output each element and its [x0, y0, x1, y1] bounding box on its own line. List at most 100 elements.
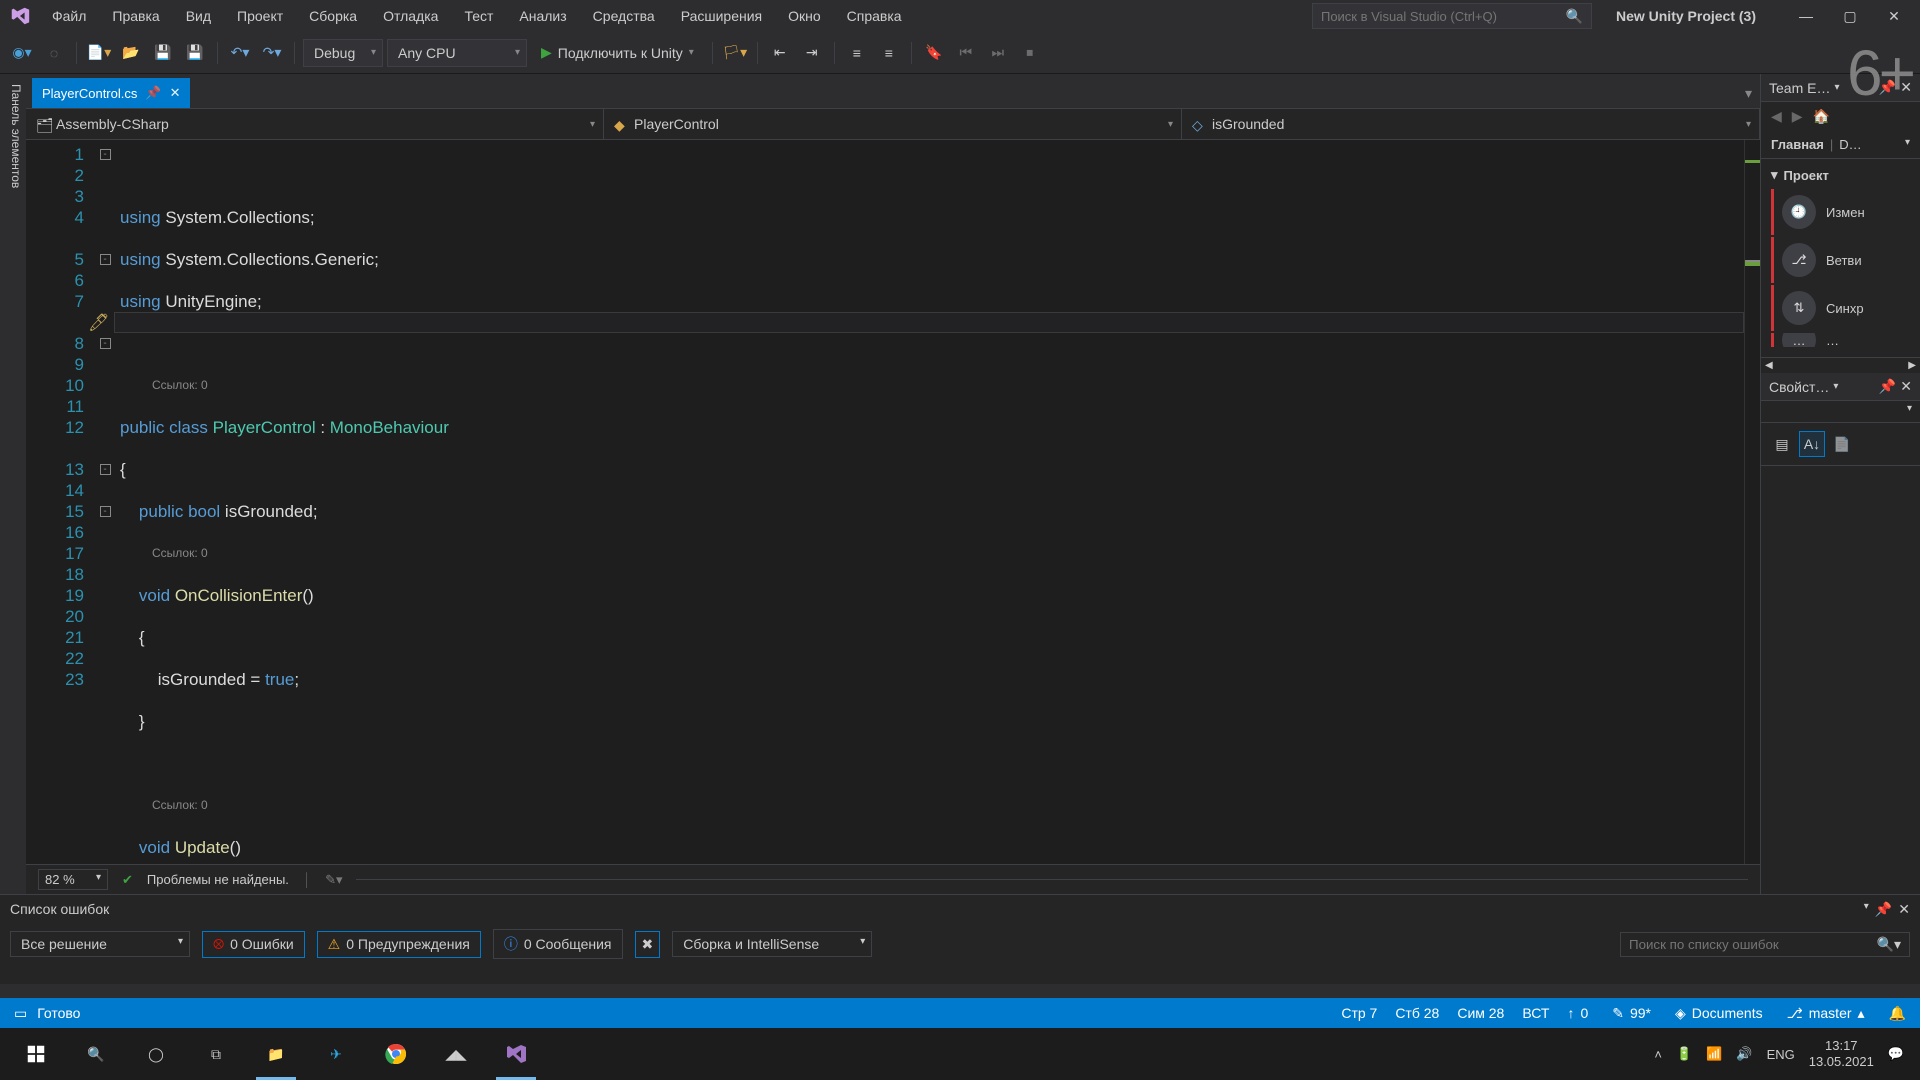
te-item-branches[interactable]: ⎇ Ветви — [1771, 237, 1910, 283]
menu-analyze[interactable]: Анализ — [507, 2, 578, 30]
te-item-more[interactable]: … … — [1771, 333, 1910, 347]
props-categorized-icon[interactable]: ▤ — [1769, 431, 1795, 457]
error-source-selector[interactable]: Сборка и IntelliSense — [672, 931, 872, 957]
start-button[interactable] — [6, 1028, 66, 1080]
scroll-left-icon[interactable]: ◀ — [1765, 360, 1773, 371]
pin-icon[interactable]: 📌 — [145, 85, 161, 101]
indent-more-icon[interactable]: ⇥ — [798, 39, 826, 67]
menu-debug[interactable]: Отладка — [371, 2, 450, 30]
status-push[interactable]: ↑0 — [1567, 1005, 1588, 1021]
close-icon[interactable]: ✕ — [170, 85, 181, 101]
pin-icon[interactable]: 📌 — [1875, 901, 1892, 918]
open-file-icon[interactable]: 📂 — [117, 39, 145, 67]
save-icon[interactable]: 💾 — [149, 39, 177, 67]
quick-action-icon[interactable]: 🖊 — [88, 312, 104, 328]
zoom-selector[interactable]: 82 % — [38, 869, 108, 890]
tray-language[interactable]: ENG — [1767, 1047, 1795, 1062]
nav-project[interactable]: 🗂 Assembly-CSharp — [26, 109, 604, 139]
close-icon[interactable]: ✕ — [1898, 901, 1910, 918]
menu-test[interactable]: Тест — [452, 2, 505, 30]
codelens-oncollision[interactable]: Ссылок: 0 — [120, 543, 1744, 564]
fold-column[interactable]: - - - -- — [96, 140, 114, 864]
bookmark-icon[interactable]: 🔖 — [920, 39, 948, 67]
menu-project[interactable]: Проект — [225, 2, 295, 30]
error-search-input[interactable] — [1629, 937, 1877, 952]
comment-icon[interactable]: ≡ — [843, 39, 871, 67]
error-search[interactable]: 🔍▾ — [1620, 932, 1910, 957]
tray-clock[interactable]: 13:17 13.05.2021 — [1809, 1038, 1874, 1070]
scroll-right-icon[interactable]: ▶ — [1908, 360, 1916, 371]
error-scope-selector[interactable]: Все решение — [10, 931, 190, 957]
te-forward-icon[interactable]: ▶ — [1792, 108, 1803, 125]
menu-file[interactable]: Файл — [40, 2, 98, 30]
code-content[interactable]: 🖊 using System.Collections; using System… — [114, 140, 1744, 864]
redo-icon[interactable]: ↷▾ — [258, 39, 286, 67]
toolbox-collapsed-tab[interactable]: Панель элементов — [0, 74, 26, 894]
messages-filter[interactable]: ⓘ 0 Сообщения — [493, 929, 623, 959]
tray-notification-icon[interactable]: 💬 — [1888, 1046, 1904, 1062]
undo-icon[interactable]: ↶▾ — [226, 39, 254, 67]
te-back-icon[interactable]: ◀ — [1771, 108, 1782, 125]
nav-back-icon[interactable]: ◉▾ — [8, 39, 36, 67]
bookmark-next-icon[interactable]: ⏭ — [984, 39, 1012, 67]
tray-wifi-icon[interactable]: 📶 — [1706, 1046, 1722, 1062]
bookmark-clear-icon[interactable]: ⏹ — [1016, 39, 1044, 67]
tab-playercontrol[interactable]: PlayerControl.cs 📌 ✕ — [32, 78, 190, 108]
vertical-scrollbar[interactable] — [1744, 140, 1760, 864]
chrome-button[interactable] — [366, 1028, 426, 1080]
tab-dropdown-icon[interactable]: ▾ — [1737, 79, 1760, 108]
task-view-button[interactable]: ⧉ — [186, 1028, 246, 1080]
te-tab-main[interactable]: Главная — [1771, 137, 1824, 152]
codelens-class[interactable]: Ссылок: 0 — [120, 375, 1744, 396]
tray-chevron-icon[interactable]: ˄ — [1654, 1047, 1662, 1062]
menu-extensions[interactable]: Расширения — [669, 2, 774, 30]
tray-battery-icon[interactable]: 🔋 — [1676, 1046, 1692, 1062]
te-section-project[interactable]: ▾Проект — [1771, 167, 1910, 183]
bookmark-prev-icon[interactable]: ⏮ — [952, 39, 980, 67]
telegram-button[interactable]: ✈ — [306, 1028, 366, 1080]
notifications-icon[interactable]: 🔔 — [1889, 1005, 1906, 1022]
properties-header[interactable]: Свойст… ▾ 📌 ✕ — [1761, 373, 1920, 401]
props-pages-icon[interactable]: 📄 — [1829, 431, 1855, 457]
lightbulb-icon[interactable]: ✎▾ — [325, 872, 342, 888]
close-icon[interactable]: ✕ — [1900, 378, 1912, 395]
configuration-selector[interactable]: Debug — [303, 39, 383, 67]
status-branch[interactable]: ⎇master ▴ — [1787, 1005, 1865, 1022]
menu-help[interactable]: Справка — [835, 2, 914, 30]
visual-studio-button[interactable] — [486, 1028, 546, 1080]
nav-forward-icon[interactable]: ◌ — [40, 39, 68, 67]
code-editor[interactable]: 1234 567 89101112 1314151617181920212223… — [26, 140, 1760, 864]
platform-selector[interactable]: Any CPU — [387, 39, 527, 67]
minimize-button[interactable]: — — [1788, 8, 1824, 25]
te-item-sync[interactable]: ⇅ Синхр — [1771, 285, 1910, 331]
warnings-filter[interactable]: ⚠ 0 Предупреждения — [317, 931, 481, 958]
new-file-icon[interactable]: 📄▾ — [85, 39, 113, 67]
maximize-button[interactable]: ▢ — [1832, 8, 1868, 25]
tool-flag-icon[interactable]: 🏳▾ — [721, 39, 749, 67]
errors-filter[interactable]: ⮾ 0 Ошибки — [202, 931, 305, 958]
uncomment-icon[interactable]: ≡ — [875, 39, 903, 67]
codelens-update[interactable]: Ссылок: 0 — [120, 795, 1744, 816]
cortana-button[interactable]: ◯ — [126, 1028, 186, 1080]
status-changes[interactable]: ✎99* — [1612, 1005, 1651, 1022]
menu-edit[interactable]: Правка — [100, 2, 171, 30]
close-button[interactable]: ✕ — [1876, 8, 1912, 25]
attach-to-unity-button[interactable]: ▶ Подключить к Unity ▾ — [531, 44, 704, 61]
tray-volume-icon[interactable]: 🔊 — [1736, 1046, 1752, 1062]
save-all-icon[interactable]: 💾 — [181, 39, 209, 67]
dropdown-icon[interactable]: ▾ — [1864, 901, 1869, 918]
menu-view[interactable]: Вид — [174, 2, 223, 30]
te-home-icon[interactable]: 🏠 — [1813, 108, 1830, 125]
menu-build[interactable]: Сборка — [297, 2, 369, 30]
menu-window[interactable]: Окно — [776, 2, 833, 30]
explorer-button[interactable]: 📁 — [246, 1028, 306, 1080]
quick-search[interactable]: 🔍 — [1312, 3, 1592, 29]
indent-less-icon[interactable]: ⇤ — [766, 39, 794, 67]
pin-icon[interactable]: 📌 — [1879, 378, 1896, 395]
unity-button[interactable]: ◢◣ — [426, 1028, 486, 1080]
quick-search-input[interactable] — [1321, 9, 1566, 24]
status-repo[interactable]: ◈Documents — [1675, 1005, 1763, 1022]
props-alpha-icon[interactable]: A↓ — [1799, 431, 1825, 457]
nav-member[interactable]: ◇ isGrounded — [1182, 109, 1760, 139]
te-tab-aux[interactable]: D… — [1839, 137, 1861, 152]
